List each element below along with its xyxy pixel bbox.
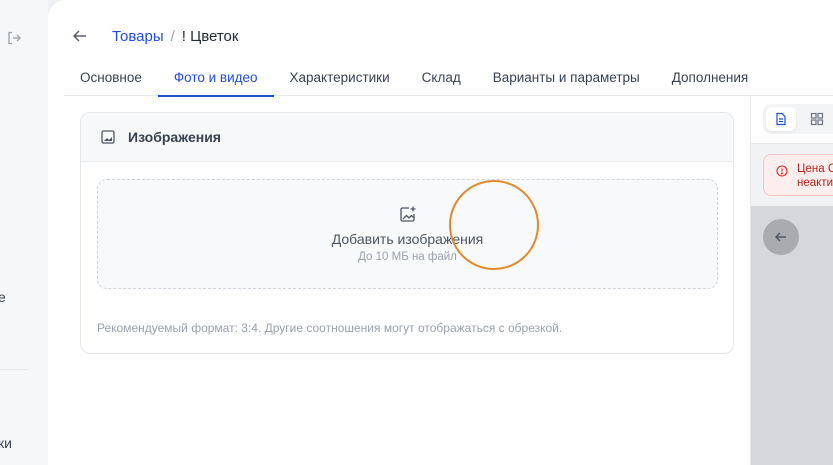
price-alert: Цена С неакти: [763, 154, 833, 196]
main-panel: Товары / ! Цветок Основное Фото и видео …: [48, 0, 833, 465]
view-switch: [763, 104, 833, 134]
back-button[interactable]: [72, 26, 92, 46]
tab-variants[interactable]: Варианты и параметры: [477, 62, 656, 96]
sidebar-partial-label[interactable]: е: [0, 289, 6, 305]
image-dropzone[interactable]: Добавить изображения До 10 МБ на файл: [97, 179, 718, 289]
dropzone-title: Добавить изображения: [331, 231, 484, 247]
images-card: Изображения Добавить изображения До 10 М…: [80, 112, 734, 354]
arrow-left-icon: [73, 30, 86, 42]
preview-back-button[interactable]: [763, 219, 799, 255]
alert-text: Цена С неакти: [797, 162, 833, 190]
breadcrumb-separator: /: [170, 27, 175, 45]
preview-toolbar: [751, 96, 833, 144]
image-icon: [100, 129, 116, 145]
format-hint: Рекомендуемый формат: 3:4. Другие соотно…: [97, 321, 563, 335]
warning-icon: [776, 164, 788, 177]
grid-icon: [810, 112, 824, 126]
sidebar-partial-label[interactable]: ки: [0, 435, 12, 451]
alert-line: Цена С: [797, 163, 833, 175]
sidebar: е ки: [0, 0, 48, 465]
page-title: ! Цветок: [181, 27, 239, 45]
tab-addons[interactable]: Дополнения: [656, 62, 764, 96]
logout-icon[interactable]: [6, 30, 22, 46]
tab-warehouse[interactable]: Склад: [406, 62, 477, 96]
preview-area: [751, 206, 833, 465]
sidebar-divider: [0, 369, 28, 370]
tab-characteristics[interactable]: Характеристики: [274, 62, 406, 96]
tab-main[interactable]: Основное: [64, 62, 158, 96]
dropzone-subtitle: До 10 МБ на файл: [358, 251, 457, 263]
preview-panel: Цена С неакти: [750, 96, 833, 465]
arrow-left-icon: [775, 232, 786, 242]
breadcrumb-link-products[interactable]: Товары: [112, 28, 164, 45]
tab-bar: Основное Фото и видео Характеристики Скл…: [64, 62, 833, 97]
images-card-header: Изображения: [81, 113, 733, 162]
images-card-title: Изображения: [128, 129, 221, 145]
breadcrumb: Товары / ! Цветок: [72, 24, 238, 48]
tab-photo-video[interactable]: Фото и видео: [157, 62, 274, 97]
document-icon: [776, 112, 786, 126]
grid-view-button[interactable]: [802, 107, 832, 131]
alert-line: неакти: [797, 177, 833, 189]
document-view-button[interactable]: [766, 107, 796, 131]
add-image-icon: [399, 205, 417, 223]
